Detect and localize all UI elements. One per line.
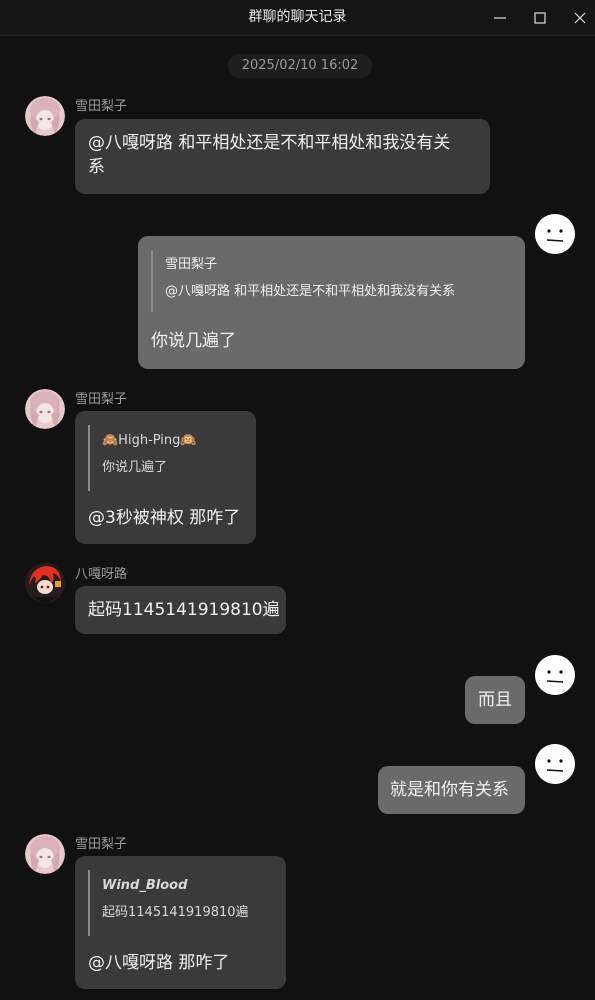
sender-name: 八嘎呀路	[75, 567, 128, 582]
minimize-icon	[493, 11, 507, 25]
sender-name: 雪田梨子	[75, 99, 128, 114]
message-text: 就是和你有关系	[390, 780, 509, 800]
anime-girl-avatar[interactable]	[25, 834, 65, 874]
message-text: 你说几遍了	[151, 331, 236, 351]
minimize-button[interactable]	[481, 0, 519, 35]
message-bubble-self[interactable]: 雪田梨子 @八嘎呀路 和平相处还是不和平相处和我没有关系 你说几遍了	[138, 236, 525, 369]
message-bubble-self[interactable]: 而且	[465, 676, 525, 724]
face-emoji-avatar[interactable]	[535, 744, 575, 784]
red-hair-character-avatar[interactable]	[25, 563, 65, 603]
quoted-sender: 🙈High-Ping🙉	[102, 433, 197, 448]
message-text: @3秒被神权 那咋了	[88, 508, 241, 528]
face-emoji-avatar[interactable]	[535, 214, 575, 254]
anime-girl-avatar[interactable]	[25, 389, 65, 429]
message-bubble[interactable]: @八嘎呀路 和平相处还是不和平相处和我没有关 系	[75, 119, 490, 194]
close-button[interactable]	[561, 0, 595, 35]
quoted-message[interactable]: 雪田梨子 @八嘎呀路 和平相处还是不和平相处和我没有关系	[151, 250, 493, 312]
close-icon	[573, 11, 587, 25]
quoted-sender: 雪田梨子	[165, 257, 218, 272]
message-bubble[interactable]: Wind_Blood 起码1145141919810遍 @八嘎呀路 那咋了	[75, 856, 286, 989]
quoted-sender: Wind_Blood	[102, 878, 188, 893]
message-bubble[interactable]: 🙈High-Ping🙉 你说几遍了 @3秒被神权 那咋了	[75, 411, 256, 544]
maximize-icon	[533, 11, 547, 25]
message-text: @八嘎呀路 和平相处还是不和平相处和我没有关 系	[88, 133, 451, 177]
sender-name: 雪田梨子	[75, 837, 128, 852]
message-bubble[interactable]: 起码1145141919810遍	[75, 586, 286, 634]
title-bar: 群聊的聊天记录	[0, 0, 595, 36]
maximize-button[interactable]	[521, 0, 559, 35]
quoted-message[interactable]: 🙈High-Ping🙉 你说几遍了	[88, 425, 250, 491]
message-bubble-self[interactable]: 就是和你有关系	[378, 766, 525, 814]
message-text: 起码1145141919810遍	[88, 600, 280, 620]
quoted-text: 起码1145141919810遍	[102, 905, 249, 920]
chat-history-window: 群聊的聊天记录 2025/02/10 16:02 雪田梨子 @八嘎呀路 和平相处…	[0, 0, 595, 1000]
message-text: 而且	[478, 690, 512, 710]
quoted-text: 你说几遍了	[102, 460, 168, 475]
anime-girl-avatar[interactable]	[25, 96, 65, 136]
message-text: @八嘎呀路 那咋了	[88, 953, 230, 973]
message-timestamp: 2025/02/10 16:02	[228, 54, 372, 78]
face-emoji-avatar[interactable]	[535, 655, 575, 695]
sender-name: 雪田梨子	[75, 392, 128, 407]
quoted-message[interactable]: Wind_Blood 起码1145141919810遍	[88, 870, 275, 936]
quoted-text: @八嘎呀路 和平相处还是不和平相处和我没有关系	[165, 284, 456, 299]
